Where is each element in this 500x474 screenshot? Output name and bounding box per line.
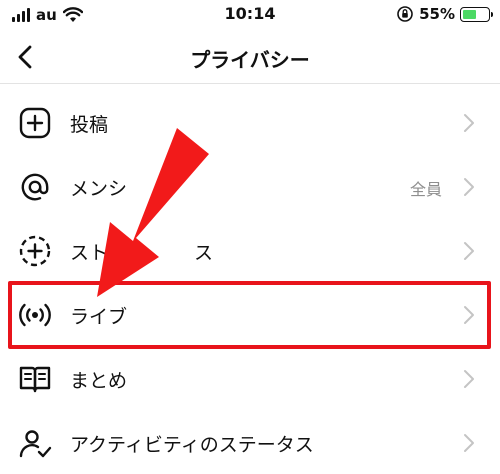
battery-fill — [463, 9, 477, 19]
plus-square-icon — [19, 107, 51, 139]
list-item-mentions[interactable]: メンシ 全員 — [0, 154, 500, 218]
list-item-label: アクティビティのステータス — [70, 434, 314, 456]
person-check-icon — [19, 430, 52, 458]
list-item-guides[interactable]: まとめ — [0, 346, 500, 410]
dashed-plus-circle-icon — [19, 235, 51, 267]
chevron-right-icon — [464, 370, 474, 388]
battery-percent: 55% — [419, 5, 455, 23]
list-item-label: スト — [70, 242, 109, 264]
list-item-activity-status[interactable]: アクティビティのステータス — [0, 410, 500, 474]
status-bar: au 10:14 55% — [0, 0, 500, 32]
page-title: プライバシー — [190, 48, 310, 72]
list-item-stories[interactable]: スト ス — [0, 218, 500, 282]
at-sign-icon — [21, 173, 49, 201]
highlight-box — [8, 281, 491, 349]
battery-icon — [460, 6, 493, 22]
list-item-posts[interactable]: 投稿 — [0, 90, 500, 154]
orientation-lock-icon — [397, 6, 413, 22]
chevron-right-icon — [464, 434, 474, 452]
list-item-label: メンシ — [70, 178, 128, 200]
list-item-label: 投稿 — [70, 114, 109, 136]
list-item-label-tail: ス — [194, 242, 214, 264]
nav-header: プライバシー — [0, 32, 500, 84]
chevron-right-icon — [464, 178, 474, 196]
chevron-right-icon — [464, 242, 474, 260]
list-item-label: まとめ — [70, 370, 128, 392]
chevron-right-icon — [464, 114, 474, 132]
open-book-icon — [19, 366, 51, 393]
list-item-value: 全員 — [409, 180, 442, 199]
status-right: 55% — [396, 5, 493, 23]
